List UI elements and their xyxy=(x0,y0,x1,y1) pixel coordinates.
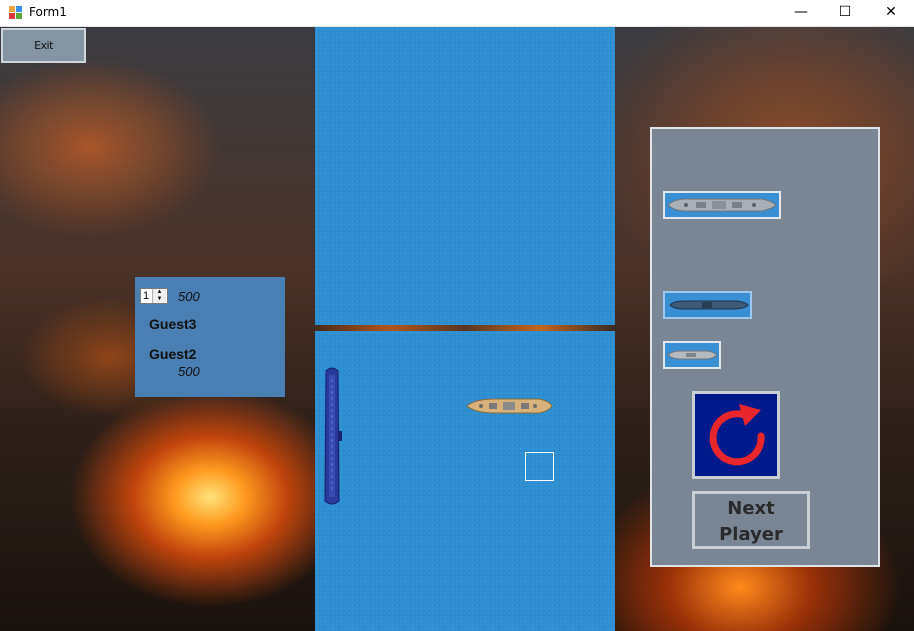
score-panel: 1 ▲ ▼ 500 Guest3 Guest2 500 xyxy=(135,277,285,397)
player-board[interactable] xyxy=(315,331,615,631)
stepper-buttons: ▲ ▼ xyxy=(152,289,167,303)
app-icon xyxy=(9,6,22,19)
ships-panel: Next Player xyxy=(650,127,880,567)
enemy-board[interactable] xyxy=(315,27,615,325)
player1-name: Guest3 xyxy=(149,316,197,332)
window-title: Form1 xyxy=(29,5,67,19)
player2-score: 500 xyxy=(178,364,200,379)
next-player-button[interactable]: Next Player xyxy=(692,491,810,549)
stepper-down-icon[interactable]: ▼ xyxy=(153,296,166,303)
ship-slot-patrol-boat[interactable] xyxy=(663,341,721,369)
top-score: 500 xyxy=(178,289,200,304)
ship-slot-submarine[interactable] xyxy=(663,291,752,319)
patrol-boat-ship-icon xyxy=(667,350,718,360)
close-button[interactable]: ✕ xyxy=(868,0,914,26)
quantity-stepper[interactable]: 1 ▲ ▼ xyxy=(140,288,168,304)
destroyer-ship-icon xyxy=(667,198,777,212)
player2-name: Guest2 xyxy=(149,346,197,362)
title-bar: Form1 — ☐ ✕ xyxy=(0,0,914,27)
game-client-area: Exit 1 ▲ ▼ 500 Guest3 Guest2 500 Next Pl… xyxy=(0,27,914,631)
minimize-button[interactable]: — xyxy=(778,0,824,26)
ship-slot-destroyer[interactable] xyxy=(663,191,781,219)
next-player-label-line2: Player xyxy=(719,524,783,545)
rotate-button[interactable] xyxy=(692,391,780,479)
aircraft-carrier-ship[interactable] xyxy=(320,365,344,507)
next-player-label-line1: Next xyxy=(727,498,775,519)
stepper-value: 1 xyxy=(143,290,150,302)
exit-button[interactable]: Exit xyxy=(1,28,86,63)
maximize-button[interactable]: ☐ xyxy=(822,0,868,26)
battleship-ship[interactable] xyxy=(465,397,553,415)
rotate-arrow-icon xyxy=(709,404,765,466)
submarine-ship-icon xyxy=(669,300,749,310)
target-cell-cursor[interactable] xyxy=(525,452,554,481)
